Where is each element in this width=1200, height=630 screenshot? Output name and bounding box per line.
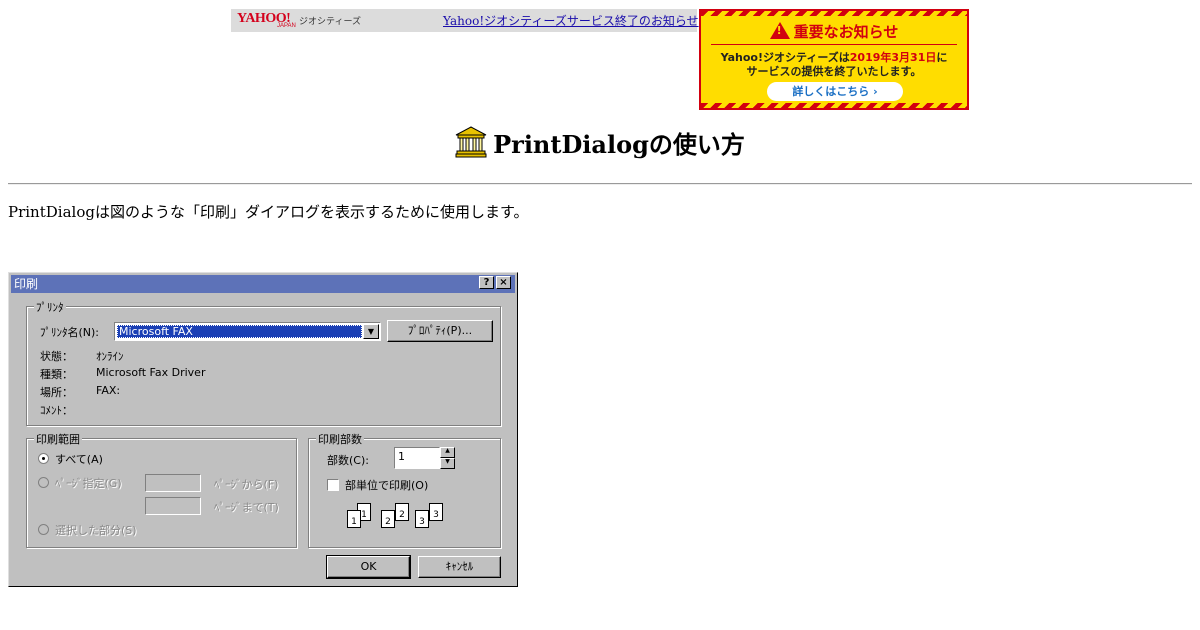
notice-line2: サービスの提供を終了いたします。	[746, 65, 922, 78]
range-all-radio[interactable]	[38, 453, 49, 464]
where-value: FAX:	[96, 384, 121, 397]
chevron-down-icon[interactable]: ▼	[363, 324, 379, 339]
cancel-button[interactable]: ｷｬﾝｾﾙ	[418, 556, 501, 578]
yahoo-geocities-banner: YAHOO! JAPAN ジオシティーズ Yahoo!ジオシティーズサービス終了…	[231, 9, 699, 32]
collate-page-front: 1	[347, 510, 361, 528]
copies-input[interactable]: 1	[394, 447, 440, 469]
geocities-service-name: ジオシティーズ	[299, 17, 362, 27]
page-to-input[interactable]	[145, 497, 201, 515]
warning-icon	[769, 22, 790, 39]
dialog-title: 印刷	[14, 277, 39, 291]
collate-page-back: 3	[429, 503, 443, 521]
notice-line1-date: 2019年3月31日	[849, 51, 937, 64]
page-from-input[interactable]	[145, 474, 201, 492]
page-from-label: ﾍﾟｰｼﾞから(F)	[214, 478, 279, 491]
warning-stripe-top	[701, 11, 967, 16]
copies-label: 部数(C):	[327, 454, 369, 467]
important-notice-ad[interactable]: 重要なお知らせ Yahoo!ジオシティーズは2019年3月31日に サービスの提…	[699, 9, 969, 110]
close-button[interactable]: ×	[496, 276, 511, 289]
intro-paragraph: PrintDialogは図のような「印刷」ダイアログを表示するために使用します。	[8, 203, 529, 221]
ok-button[interactable]: OK	[326, 555, 411, 579]
print-range-label: 印刷範囲	[34, 431, 82, 447]
spin-down-icon[interactable]: ▼	[440, 458, 455, 469]
printer-name-value: Microsoft FAX	[117, 325, 362, 338]
printer-name-label: ﾌﾟﾘﾝﾀ名(N):	[40, 326, 100, 339]
help-button[interactable]: ?	[479, 276, 494, 289]
bank-building-icon	[455, 126, 487, 158]
range-selection-label: 選択した部分(S)	[55, 524, 137, 537]
collate-page-front: 2	[381, 510, 395, 528]
spin-up-icon[interactable]: ▲	[440, 447, 455, 458]
page-title: PrintDialogの使い方	[493, 130, 745, 159]
page-to-label: ﾍﾟｰｼﾞまで(T)	[214, 501, 279, 514]
notice-heading-text: 重要なお知らせ	[793, 23, 899, 41]
status-value: ｵﾝﾗｲﾝ	[96, 350, 124, 363]
collate-page-front: 3	[415, 510, 429, 528]
printer-name-select[interactable]: Microsoft FAX ▼	[114, 322, 381, 341]
printer-group-label: ﾌﾟﾘﾝﾀ	[34, 299, 66, 315]
range-all-label[interactable]: すべて(A)	[55, 451, 103, 467]
notice-body: Yahoo!ジオシティーズは2019年3月31日に サービスの提供を終了いたしま…	[701, 51, 967, 79]
notice-heading: 重要なお知らせ	[701, 21, 967, 42]
copies-group-label: 印刷部数	[316, 431, 364, 447]
status-label: 状態：	[40, 350, 73, 363]
dialog-title-bar: 印刷	[11, 275, 515, 293]
range-pages-radio[interactable]	[38, 477, 49, 488]
type-label: 種類：	[40, 368, 73, 381]
horizontal-rule	[8, 183, 1192, 185]
collate-checkbox[interactable]	[327, 479, 339, 491]
notice-divider	[711, 44, 957, 45]
notice-line1-suffix: に	[936, 51, 948, 64]
notice-details-button[interactable]: 詳しくはこちら ›	[767, 82, 903, 101]
comment-label: ｺﾒﾝﾄ：	[40, 404, 73, 417]
yahoo-logo-sub: JAPAN	[277, 23, 296, 29]
notice-line1-prefix: Yahoo!ジオシティーズは	[720, 51, 850, 64]
warning-stripe-bottom	[701, 103, 967, 108]
range-pages-label: ﾍﾟｰｼﾞ指定(G)	[55, 477, 122, 490]
copies-spinner[interactable]: ▲ ▼	[440, 447, 455, 469]
service-end-link[interactable]: Yahoo!ジオシティーズサービス終了のお知らせ	[443, 12, 699, 29]
type-value: Microsoft Fax Driver	[96, 366, 206, 379]
where-label: 場所：	[40, 386, 73, 399]
print-dialog: 印刷 ? × ﾌﾟﾘﾝﾀ ﾌﾟﾘﾝﾀ名(N): Microsoft FAX ▼ …	[8, 272, 518, 587]
page-title-row: PrintDialogの使い方	[0, 126, 1200, 162]
collate-label[interactable]: 部単位で印刷(O)	[345, 477, 428, 493]
properties-button[interactable]: ﾌﾟﾛﾊﾟﾃｨ(P)...	[387, 320, 493, 342]
range-selection-radio[interactable]	[38, 524, 49, 535]
collate-page-back: 2	[395, 503, 409, 521]
